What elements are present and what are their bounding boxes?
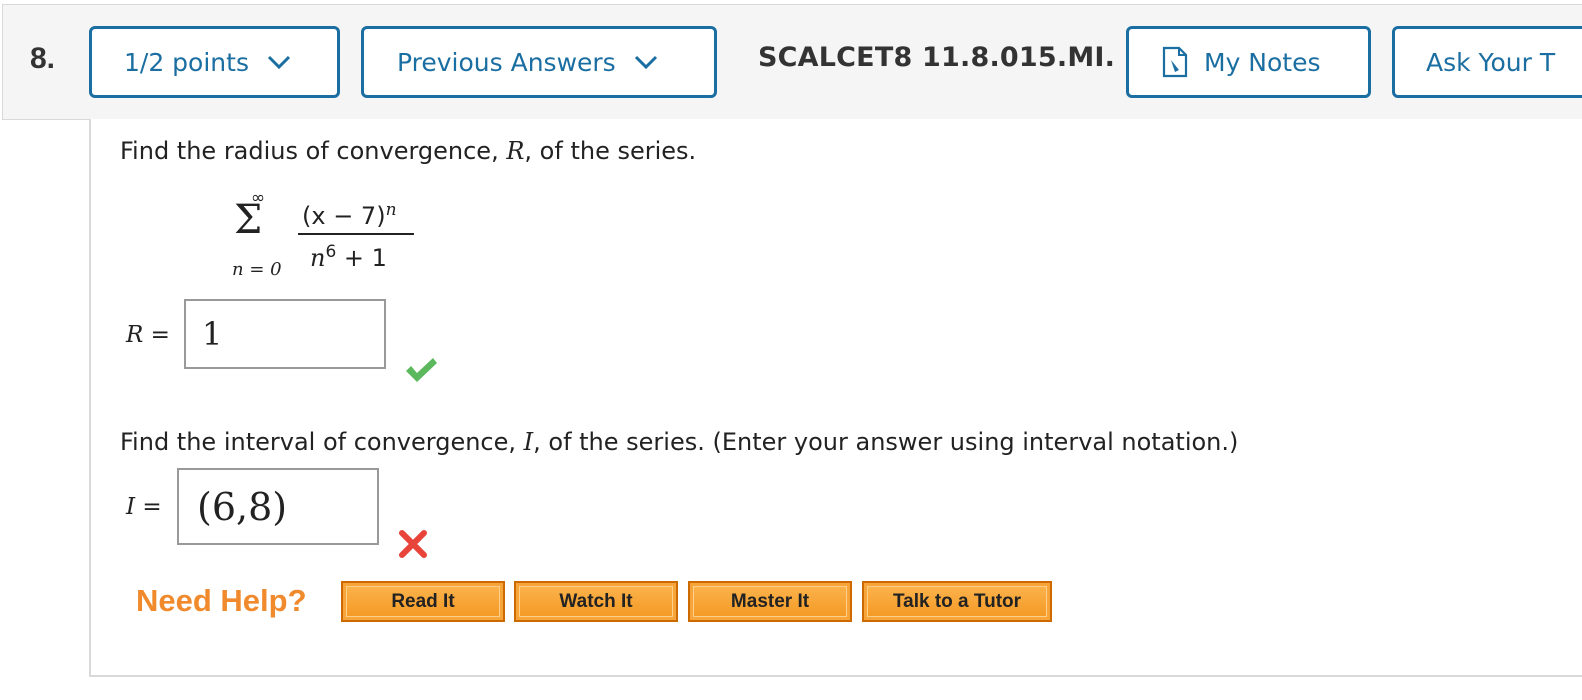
sum-lower-limit: n = 0 — [232, 259, 282, 280]
watch-it-label: Watch It — [519, 586, 673, 617]
r-label: R = — [126, 322, 170, 348]
points-dropdown-button[interactable]: 1/2 points — [89, 26, 340, 98]
watch-it-button[interactable]: Watch It — [514, 581, 678, 622]
i-answer-input[interactable]: (6,8) — [177, 468, 379, 545]
part2-suffix: , of the series. (Enter your answer usin… — [533, 428, 1239, 456]
question-number: 8. — [30, 42, 56, 75]
i-label: I = — [126, 494, 162, 520]
denominator-exponent: 6 — [325, 242, 337, 262]
part2-prefix: Find the interval of convergence, — [120, 428, 524, 456]
part1-prefix: Find the radius of convergence, — [120, 137, 507, 165]
problem-id: SCALCET8 11.8.015.MI. — [758, 42, 1116, 73]
ask-label: Ask Your T — [1426, 47, 1556, 77]
chevron-down-icon — [267, 55, 291, 69]
need-help-title: Need Help? — [136, 583, 307, 618]
read-it-label: Read It — [346, 586, 500, 617]
i-label-text: I = — [126, 494, 162, 520]
r-answer-input[interactable]: 1 — [184, 299, 386, 369]
fraction-denominator: n6 + 1 — [310, 242, 387, 272]
chevron-down-icon — [634, 55, 657, 69]
sum-lower-text: n = 0 — [232, 259, 282, 280]
numerator-base: (x − 7) — [302, 202, 386, 230]
fraction-numerator: (x − 7)n — [302, 200, 397, 230]
master-it-button[interactable]: Master It — [688, 581, 852, 622]
question-part1-text: Find the radius of convergence, R, of th… — [120, 137, 696, 165]
denominator-base: n — [310, 244, 326, 272]
my-notes-label: My Notes — [1204, 47, 1321, 77]
master-it-label: Master It — [693, 586, 847, 617]
numerator-exponent: n — [385, 200, 397, 220]
part2-variable: I — [523, 428, 534, 456]
previous-answers-button[interactable]: Previous Answers — [361, 26, 717, 98]
part1-suffix: , of the series. — [524, 137, 697, 165]
talk-to-tutor-label: Talk to a Tutor — [867, 586, 1047, 617]
x-mark-icon — [399, 530, 427, 558]
fraction-bar — [298, 233, 414, 235]
talk-to-tutor-button[interactable]: Talk to a Tutor — [862, 581, 1052, 622]
read-it-button[interactable]: Read It — [341, 581, 505, 622]
question-part2-text: Find the interval of convergence, I, of … — [120, 428, 1238, 456]
points-label: 1/2 points — [124, 47, 249, 77]
previous-answers-label: Previous Answers — [397, 47, 616, 77]
my-notes-button[interactable]: My Notes — [1126, 26, 1371, 98]
r-label-text: R = — [126, 322, 170, 348]
ask-your-teacher-button[interactable]: Ask Your T — [1392, 26, 1582, 98]
part1-variable: R — [506, 137, 525, 165]
note-icon — [1162, 46, 1188, 78]
denominator-rest: + 1 — [336, 244, 387, 272]
sigma-symbol: Σ — [234, 197, 263, 243]
checkmark-icon — [406, 358, 437, 382]
